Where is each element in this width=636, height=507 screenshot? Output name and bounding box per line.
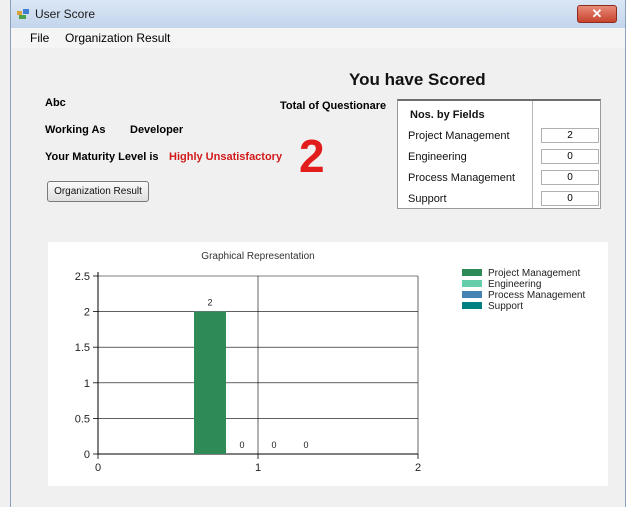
field-value-support[interactable]: 0: [541, 191, 599, 206]
legend-label: Process Management: [488, 290, 585, 301]
bar-chart: Graphical Representation 0 0.5 1 1.5 2 2.5 0 1 2 2…: [75, 251, 586, 474]
field-value-project-management[interactable]: 2: [541, 128, 599, 143]
title-bar[interactable]: User Score ✕: [11, 0, 625, 29]
y-tick-label: 0: [84, 449, 90, 461]
legend-label: Project Management: [488, 268, 580, 279]
bar-project-management: [194, 311, 226, 454]
desktop-background: [0, 0, 10, 507]
data-label: 0: [239, 440, 244, 450]
y-tick-label: 2: [84, 307, 90, 319]
x-tick-label: 0: [95, 462, 101, 474]
page-heading: You have Scored: [349, 70, 486, 89]
data-label: 0: [271, 440, 276, 450]
legend-swatch: [462, 280, 482, 287]
field-label-support: Support: [408, 193, 447, 205]
chart-title: Graphical Representation: [201, 251, 314, 262]
x-tick-label: 1: [255, 462, 261, 474]
field-label-engineering: Engineering: [408, 151, 467, 163]
y-tick-label: 0.5: [75, 413, 90, 425]
y-tick-label: 2.5: [75, 271, 90, 283]
menu-file[interactable]: File: [30, 31, 49, 45]
data-label: 0: [303, 440, 308, 450]
menu-organization-result[interactable]: Organization Result: [65, 31, 170, 45]
organization-result-button[interactable]: Organization Result: [47, 181, 149, 202]
working-as-label: Working As: [45, 124, 106, 136]
field-value-process-management[interactable]: 0: [541, 170, 599, 185]
working-as-value: Developer: [130, 124, 184, 136]
x-tick-label: 2: [415, 462, 421, 474]
user-score-window: User Score ✕ File Organization Result Yo…: [10, 0, 626, 507]
y-tick-label: 1: [84, 378, 90, 390]
chart-panel: Graphical Representation 0 0.5 1 1.5 2 2.5 0 1 2 2…: [48, 242, 608, 486]
window-title: User Score: [35, 7, 96, 21]
close-button[interactable]: ✕: [577, 5, 617, 23]
total-score: 2: [299, 130, 325, 182]
total-questionare-label: Total of Questionare: [280, 100, 387, 112]
app-icon: [17, 9, 29, 19]
menu-bar: File Organization Result: [11, 28, 625, 49]
legend-swatch: [462, 302, 482, 309]
y-tick-label: 1.5: [75, 342, 90, 354]
legend-label: Engineering: [488, 279, 541, 290]
fields-table: Nos. by Fields Project Management 2 Engi…: [397, 99, 601, 209]
data-label: 2: [207, 298, 212, 308]
legend-swatch: [462, 269, 482, 276]
maturity-level-value: Highly Unsatisfactory: [169, 151, 283, 163]
legend-label: Support: [488, 301, 523, 312]
main-content: You have Scored Abc Total of Questionare…: [11, 48, 625, 507]
field-label-process-management: Process Management: [408, 172, 515, 184]
table-divider: [532, 101, 533, 208]
legend-swatch: [462, 291, 482, 298]
fields-table-header: Nos. by Fields: [410, 109, 485, 121]
field-label-project-management: Project Management: [408, 130, 510, 142]
user-name: Abc: [45, 97, 66, 109]
maturity-level-label: Your Maturity Level is: [45, 151, 159, 163]
field-value-engineering[interactable]: 0: [541, 149, 599, 164]
